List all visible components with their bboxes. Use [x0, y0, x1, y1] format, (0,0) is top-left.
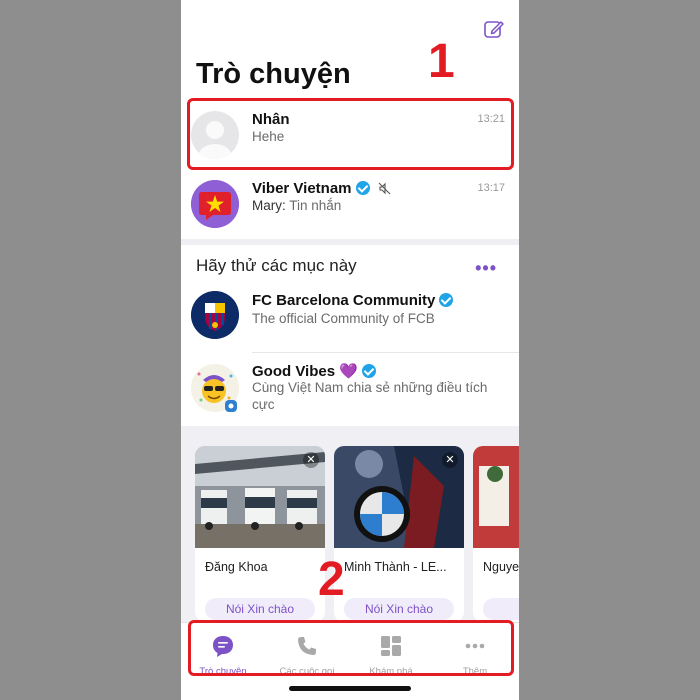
page-title: Trò chuyện: [196, 58, 351, 90]
chat-time: 13:17: [477, 182, 505, 194]
annotation-number-2: 2: [318, 553, 345, 606]
chat-item-viber-vietnam[interactable]: Viber Vietnam Mary: Tin nhắn 13:17: [181, 170, 519, 238]
suggestion-name-row: FC Barcelona Community: [252, 292, 454, 309]
annotation-number-1: 1: [428, 35, 455, 88]
say-hi-button[interactable]: Nói Xin chào: [344, 598, 454, 620]
annotation-box-1: [187, 98, 514, 170]
suggestion-description: The official Community of FCB: [252, 311, 435, 326]
person-name: Nguye: [483, 560, 519, 574]
section-separator: [181, 426, 519, 438]
divider: [252, 352, 519, 353]
suggestion-name-row: Good Vibes 💜: [252, 362, 376, 380]
compose-icon[interactable]: [483, 18, 505, 40]
message-text: Tin nhắn: [289, 198, 342, 213]
chat-name: Viber Vietnam: [252, 180, 352, 197]
muted-icon: [378, 182, 391, 199]
say-hi-button[interactable]: Nó: [483, 598, 519, 620]
verified-badge-icon: [361, 364, 376, 378]
suggestion-name: FC Barcelona Community: [252, 292, 436, 309]
section-separator: [181, 239, 519, 245]
person-name: Minh Thành - LE...: [344, 560, 447, 574]
fcb-logo-icon: [191, 291, 239, 339]
verified-badge-icon: [439, 293, 454, 307]
suggestion-description-line2: cực: [252, 397, 275, 412]
people-carousel[interactable]: ✕ Đăng Khoa Nói Xin chào ✕ Minh Thành - …: [181, 438, 519, 622]
chat-name-row: Viber Vietnam: [252, 180, 391, 199]
person-card[interactable]: ✕ Minh Thành - LE... Nói Xin chào: [334, 446, 464, 622]
good-vibes-avatar: [191, 364, 239, 412]
person-name: Đăng Khoa: [205, 560, 268, 574]
chat-last-message: Mary: Tin nhắn: [252, 198, 341, 213]
home-indicator: [289, 686, 411, 691]
suggestion-item-fcb[interactable]: FC Barcelona Community The official Comm…: [181, 283, 519, 351]
suggestion-description-line1: Cùng Việt Nam chia sẻ những điều tích: [252, 380, 488, 395]
viber-vietnam-avatar: [191, 180, 239, 228]
person-photo: [473, 446, 519, 548]
close-icon[interactable]: ✕: [303, 452, 319, 468]
more-options-icon[interactable]: •••: [475, 258, 497, 279]
suggestion-item-good-vibes[interactable]: Good Vibes 💜 Cùng Việt Nam chia sẻ những…: [181, 354, 519, 426]
close-icon[interactable]: ✕: [442, 452, 458, 468]
person-card[interactable]: ✕ Đăng Khoa Nói Xin chào: [195, 446, 325, 622]
suggestions-title: Hãy thử các mục này: [196, 256, 357, 275]
message-sender: Mary:: [252, 198, 286, 213]
person-card[interactable]: Nguye Nó: [473, 446, 519, 622]
verified-badge-icon: [355, 181, 370, 195]
suggestion-name: Good Vibes 💜: [252, 363, 358, 380]
annotation-box-2: [188, 620, 514, 676]
say-hi-button[interactable]: Nói Xin chào: [205, 598, 315, 620]
